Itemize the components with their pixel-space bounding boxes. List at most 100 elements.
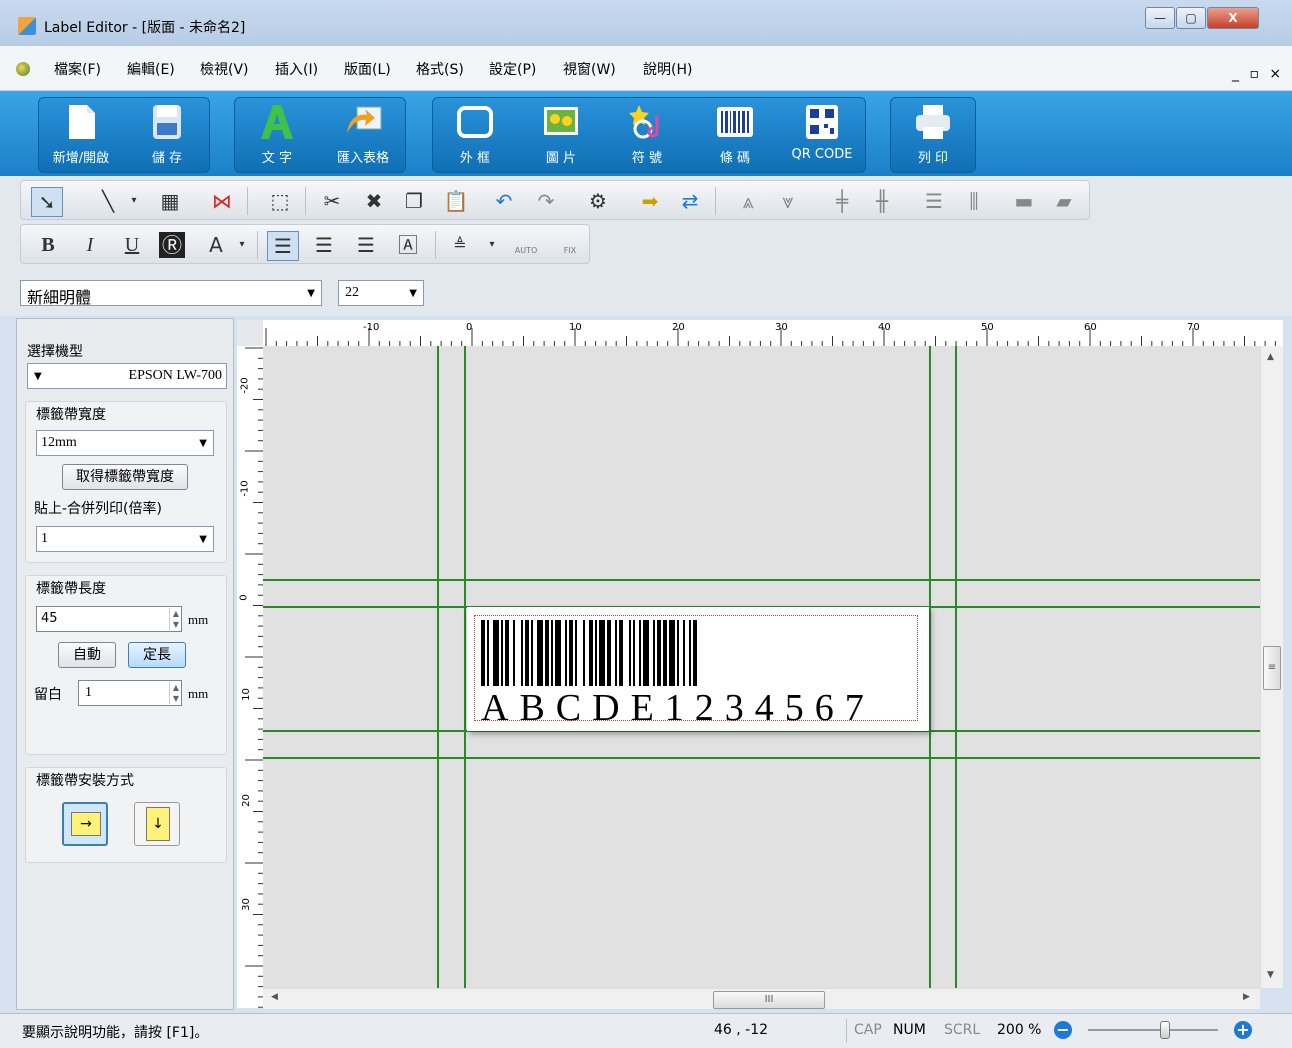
- zoom-in-icon[interactable]: +: [1234, 1021, 1252, 1039]
- vertical-scroll-thumb[interactable]: ≡: [1263, 646, 1281, 690]
- qr-code-button[interactable]: QR CODE: [789, 101, 855, 171]
- install-horizontal-button[interactable]: →: [62, 802, 108, 846]
- margin-input[interactable]: 1 ▲ ▼: [78, 680, 182, 706]
- toolbar-separator: [715, 187, 716, 215]
- close-button[interactable]: X: [1207, 7, 1259, 29]
- print-button[interactable]: 列 印: [900, 101, 966, 171]
- tape-install-label: 標籤帶安裝方式: [36, 773, 134, 789]
- italic-button[interactable]: I: [75, 231, 105, 259]
- fixed-length-button[interactable]: 定長: [128, 642, 186, 668]
- delete-icon[interactable]: ✖: [359, 187, 389, 215]
- zoom-slider-thumb[interactable]: [1160, 1021, 1170, 1039]
- vruler-label: 0: [238, 594, 250, 601]
- status-bar: 要顯示說明功能，請按 [F1]。 46 , -12 CAP NUM SCRL 2…: [0, 1013, 1292, 1048]
- new-open-button[interactable]: 新增/開啟: [48, 101, 114, 171]
- get-tape-width-button[interactable]: 取得標籤帶寬度: [62, 464, 188, 490]
- minimize-button[interactable]: —: [1145, 7, 1175, 29]
- fix-size-button[interactable]: FIX: [555, 231, 585, 259]
- menu-insert[interactable]: 插入(I): [275, 59, 318, 79]
- copy-icon[interactable]: ❐: [399, 187, 429, 215]
- horizontal-scrollbar[interactable]: ◀ III ▶: [263, 988, 1260, 1009]
- align-center-v-icon[interactable]: ╪: [827, 187, 857, 215]
- import-table-button[interactable]: 匯入表格: [330, 101, 396, 171]
- frame-icon: [457, 106, 493, 138]
- scroll-right-icon[interactable]: ▶: [1243, 992, 1250, 1002]
- align-right-icon[interactable]: ☰: [351, 231, 381, 259]
- document-icon[interactable]: [16, 62, 30, 76]
- shape-arrow-icon[interactable]: ▰: [1049, 187, 1079, 215]
- text-frame-icon[interactable]: 🄰: [393, 231, 423, 259]
- select-pointer-icon[interactable]: ➘: [31, 187, 63, 217]
- menu-format[interactable]: 格式(S): [416, 59, 464, 79]
- align-top-icon[interactable]: ⩓: [733, 187, 763, 215]
- align-left-icon[interactable]: ☰: [267, 231, 299, 261]
- symbol-button[interactable]: 符 號: [614, 101, 680, 171]
- ribbon-bow-icon[interactable]: ⋈: [207, 187, 237, 215]
- picture-button[interactable]: 圖 片: [528, 101, 594, 171]
- send-icon[interactable]: ➡: [635, 187, 665, 215]
- maximize-button[interactable]: ▢: [1176, 7, 1206, 29]
- paste-icon[interactable]: 📋: [441, 187, 471, 215]
- font-size-select[interactable]: 22 ▼: [338, 280, 424, 306]
- distribute-h-icon[interactable]: ⫼: [959, 187, 989, 215]
- toolbar-separator: [435, 231, 436, 259]
- tape-length-label: 標籤帶長度: [36, 581, 106, 597]
- install-vertical-button[interactable]: ↓: [134, 802, 180, 846]
- vertical-scrollbar[interactable]: ▲ ≡ ▼: [1260, 346, 1283, 988]
- align-bottom-icon[interactable]: ⩔: [773, 187, 803, 215]
- chevron-down-icon: ▼: [307, 288, 315, 299]
- distribute-v-icon[interactable]: ☰: [919, 187, 949, 215]
- menu-file[interactable]: 檔案(F): [54, 59, 101, 79]
- barcode-button[interactable]: 條 碼: [702, 101, 768, 171]
- line-spacing-icon[interactable]: ≜: [445, 231, 475, 259]
- spinner-icon[interactable]: ▲ ▼: [168, 682, 179, 704]
- menu-edit[interactable]: 編輯(E): [127, 59, 175, 79]
- tape-length-unit: mm: [188, 612, 209, 627]
- menu-layout[interactable]: 版面(L): [344, 59, 391, 79]
- scroll-down-icon[interactable]: ▼: [1267, 970, 1274, 980]
- model-select[interactable]: ▼ EPSON LW-700: [27, 363, 227, 389]
- zoom-out-icon[interactable]: −: [1054, 1021, 1072, 1039]
- barcode-object[interactable]: ABCDE1234567: [474, 615, 918, 729]
- horizontal-scroll-thumb[interactable]: III: [713, 991, 825, 1009]
- redo-icon[interactable]: ↷: [531, 187, 561, 215]
- shape-rect-icon[interactable]: ▬: [1009, 187, 1039, 215]
- tape-width-select[interactable]: 12mm ▼: [36, 430, 214, 456]
- menu-view[interactable]: 檢視(V): [200, 59, 249, 79]
- tape-install-group: 標籤帶安裝方式 → ↓: [25, 767, 227, 863]
- cut-icon[interactable]: ✂: [317, 187, 347, 215]
- font-family-select[interactable]: 新細明體 ▼: [20, 280, 322, 307]
- save-button[interactable]: 儲 存: [134, 101, 200, 171]
- zoom-slider-track[interactable]: [1088, 1029, 1218, 1031]
- arrange-icon[interactable]: ⇄: [675, 187, 705, 215]
- bold-button[interactable]: B: [33, 231, 63, 259]
- menu-help[interactable]: 說明(H): [643, 59, 692, 79]
- text-button[interactable]: 文 字: [244, 101, 310, 171]
- auto-length-button[interactable]: 自動: [58, 642, 116, 668]
- invert-text-icon[interactable]: Ⓡ: [159, 232, 185, 258]
- undo-icon[interactable]: ↶: [489, 187, 519, 215]
- line-spacing-dropdown-icon[interactable]: ▾: [477, 231, 507, 259]
- scroll-left-icon[interactable]: ◀: [271, 992, 278, 1002]
- paste-merge-select[interactable]: 1 ▼: [36, 526, 214, 552]
- spinner-icon[interactable]: ▲ ▼: [168, 608, 179, 630]
- auto-size-button[interactable]: AUTO: [511, 231, 541, 259]
- window-title: Label Editor - [版面 - 未命名2]: [44, 20, 246, 36]
- font-color-dropdown-icon[interactable]: ▾: [227, 231, 257, 259]
- mdi-window-controls[interactable]: _ ▫ ×: [1232, 66, 1284, 82]
- model-value: EPSON LW-700: [128, 368, 222, 383]
- menu-window[interactable]: 視窗(W): [563, 59, 616, 79]
- menu-settings[interactable]: 設定(P): [489, 59, 536, 79]
- scroll-up-icon[interactable]: ▲: [1267, 352, 1274, 362]
- hruler-label: 70: [1187, 322, 1200, 333]
- fit-frame-icon[interactable]: ⬚: [265, 187, 295, 215]
- label-tape[interactable]: ABCDE1234567: [467, 607, 929, 731]
- group-icon[interactable]: ⚙: [583, 187, 613, 215]
- table-icon[interactable]: ▦: [155, 187, 185, 215]
- align-center-h-icon[interactable]: ╫: [867, 187, 897, 215]
- line-dropdown-arrow-icon[interactable]: ▾: [119, 187, 149, 215]
- frame-button[interactable]: 外 框: [442, 101, 508, 171]
- align-center-icon[interactable]: ☰: [309, 231, 339, 259]
- tape-length-input[interactable]: 45 ▲ ▼: [36, 606, 182, 632]
- underline-button[interactable]: U: [117, 231, 147, 259]
